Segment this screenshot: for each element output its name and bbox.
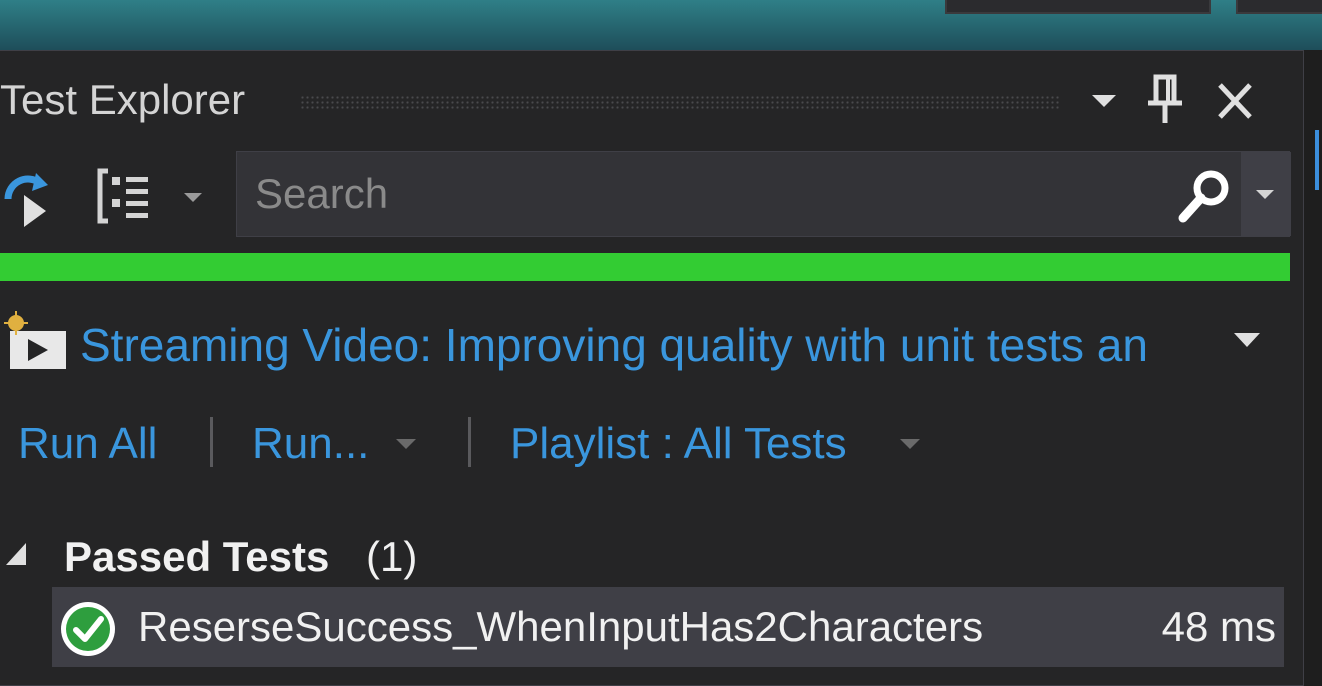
search-icon[interactable] [1173,166,1237,226]
playlist-link[interactable]: Playlist : All Tests [510,409,847,479]
group-count: (1) [366,533,418,580]
run-menu-dropdown-icon[interactable] [392,435,420,453]
playlist-dropdown-icon[interactable] [896,435,924,453]
refresh-icon[interactable] [0,169,66,229]
top-frame-tab [945,0,1211,14]
test-toolbar [0,151,1304,241]
project-link[interactable]: Streaming Video: Improving quality with … [80,313,1220,377]
video-project-icon [0,311,72,375]
close-icon [1218,83,1252,119]
separator [468,417,471,467]
pin-icon [1148,74,1182,123]
group-label: Passed Tests [64,533,330,580]
top-frame-tab-right [1236,0,1322,14]
test-duration: 48 ms [1161,603,1276,650]
auto-hide-pin-button[interactable] [1144,73,1186,127]
chevron-down-icon [1256,190,1274,199]
group-by-dropdown-icon[interactable] [180,187,206,207]
window-position-dropdown-button[interactable] [1086,81,1122,121]
run-menu-link[interactable]: Run... [252,409,369,479]
scroll-accent [1315,130,1319,190]
search-input[interactable] [255,164,1155,224]
search-options-button[interactable] [1241,152,1291,236]
search-box [236,151,1291,237]
test-row[interactable]: ReserseSuccess_WhenInputHas2Characters 4… [52,587,1284,667]
project-selector[interactable]: Streaming Video: Improving quality with … [0,305,1304,385]
passed-tests-group[interactable]: Passed Tests (1) [0,521,1304,593]
dropdown-icon [1092,95,1116,107]
separator [210,417,213,467]
collapse-icon[interactable] [4,539,30,569]
test-progress-fill [0,253,1290,281]
panel-title-bar: Test Explorer [0,51,1304,147]
title-grip[interactable] [300,95,1060,109]
close-panel-button[interactable] [1208,77,1262,127]
panel-title: Test Explorer [0,76,246,123]
test-progress-bar [0,253,1290,281]
run-all-link[interactable]: Run All [18,409,157,479]
group-by-icon[interactable] [96,165,162,227]
test-name: ReserseSuccess_WhenInputHas2Characters [138,603,984,650]
test-explorer-panel: Test Explorer Search Streaming Video: Im… [0,50,1304,686]
run-actions-bar: Run All Run... Playlist : All Tests [0,409,1304,479]
project-dropdown-icon[interactable] [1230,327,1264,351]
editor-edge [1304,50,1322,686]
pass-check-icon [58,599,118,659]
